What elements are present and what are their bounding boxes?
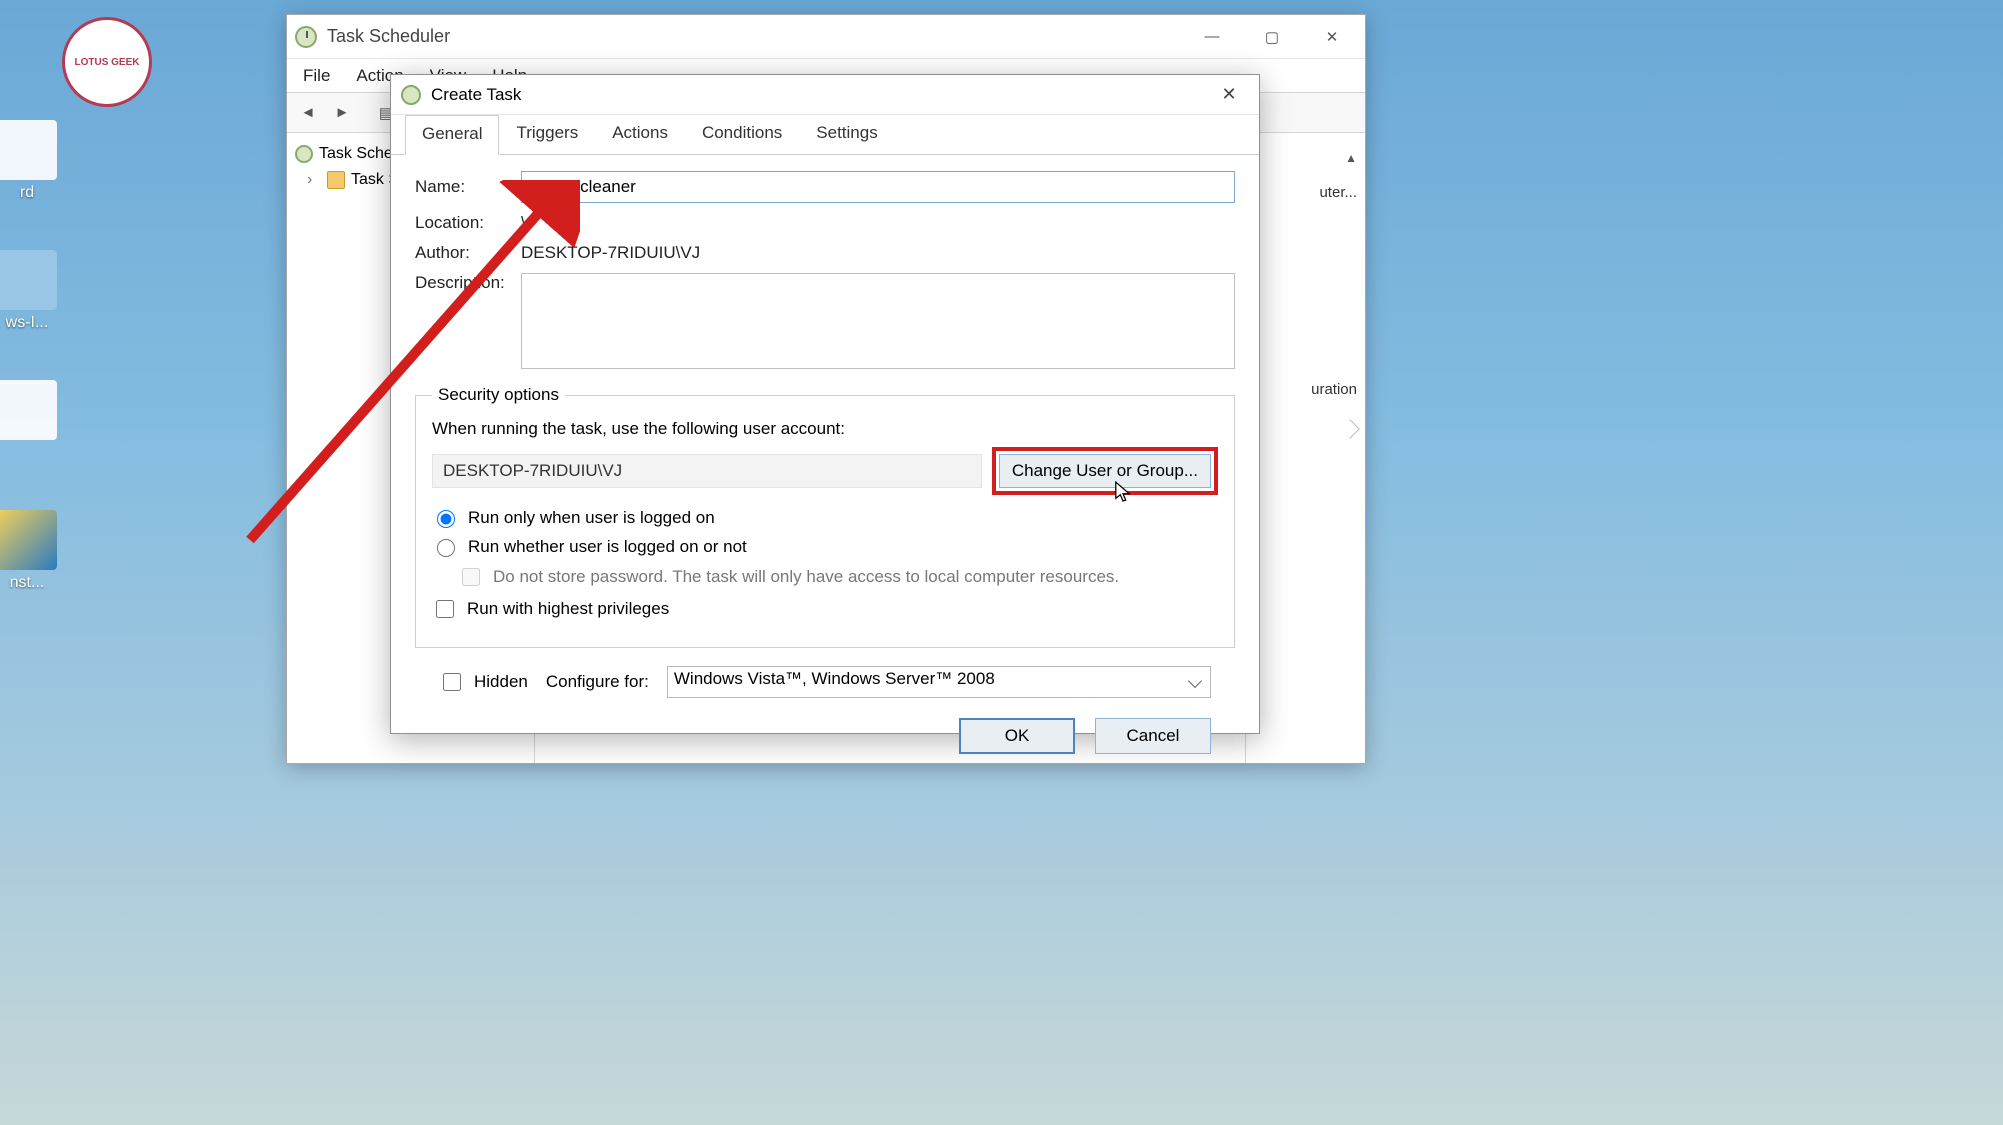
select-value: Windows Vista™, Windows Server™ 2008	[674, 669, 995, 688]
minimize-button[interactable]: —	[1195, 23, 1229, 51]
location-value: \	[521, 213, 526, 233]
desktop-icon-label: rd	[20, 184, 34, 201]
tab-conditions[interactable]: Conditions	[685, 114, 799, 154]
radio-label: Run whether user is logged on or not	[468, 537, 747, 557]
user-account-value: DESKTOP-7RIDUIU\VJ	[432, 454, 982, 488]
panel-text: uration	[1254, 381, 1357, 398]
security-options-group: Security options When running the task, …	[415, 385, 1235, 648]
highest-privileges-checkbox[interactable]	[436, 600, 454, 618]
panel-text: uter...	[1254, 184, 1357, 201]
security-legend: Security options	[432, 385, 565, 405]
expand-icon[interactable]: ›	[307, 171, 321, 189]
configure-for-label: Configure for:	[546, 672, 649, 692]
dialog-titlebar[interactable]: Create Task ✕	[391, 75, 1259, 115]
logo-badge: LOTUS GEEK	[62, 17, 152, 107]
clock-icon	[295, 26, 317, 48]
tab-actions[interactable]: Actions	[595, 114, 685, 154]
forward-button[interactable]: ►	[327, 98, 357, 128]
change-user-button[interactable]: Change User or Group...	[999, 454, 1211, 488]
no-password-checkbox	[462, 568, 480, 586]
name-input[interactable]	[521, 171, 1235, 203]
close-button[interactable]: ✕	[1209, 80, 1249, 110]
menu-file[interactable]: File	[303, 66, 330, 86]
file-icon	[0, 250, 57, 310]
clock-icon	[401, 85, 421, 105]
author-label: Author:	[415, 243, 521, 263]
run-logged-on-radio[interactable]	[437, 510, 455, 528]
checkbox-label: Run with highest privileges	[467, 599, 669, 619]
back-button[interactable]: ◄	[293, 98, 323, 128]
name-label: Name:	[415, 177, 521, 197]
tab-general[interactable]: General	[405, 115, 499, 155]
desktop-icon[interactable]	[0, 380, 72, 444]
shield-icon	[0, 510, 57, 570]
annotation-highlight: Change User or Group...	[992, 447, 1218, 495]
window-titlebar[interactable]: Task Scheduler — ▢ ✕	[287, 15, 1365, 59]
ok-button[interactable]: OK	[959, 718, 1075, 754]
tab-bar: General Triggers Actions Conditions Sett…	[391, 115, 1259, 155]
file-icon	[0, 380, 57, 440]
run-whether-radio[interactable]	[437, 539, 455, 557]
hidden-checkbox[interactable]	[443, 673, 461, 691]
desktop-icon[interactable]: ws-I...	[0, 250, 72, 332]
radio-label: Run only when user is logged on	[468, 508, 715, 528]
checkbox-label: Hidden	[474, 672, 528, 692]
tab-settings[interactable]: Settings	[799, 114, 894, 154]
cancel-button[interactable]: Cancel	[1095, 718, 1211, 754]
desktop-icon-label: nst...	[10, 574, 45, 591]
collapse-icon[interactable]: ▲	[1345, 151, 1357, 165]
cursor-icon	[1114, 480, 1132, 504]
description-input[interactable]	[521, 273, 1235, 369]
author-value: DESKTOP-7RIDUIU\VJ	[521, 243, 700, 263]
maximize-button[interactable]: ▢	[1255, 23, 1289, 51]
chevron-right-icon[interactable]	[1340, 419, 1360, 439]
description-label: Description:	[415, 273, 521, 293]
configure-for-select[interactable]: Windows Vista™, Windows Server™ 2008	[667, 666, 1211, 698]
desktop-icon-label: ws-I...	[6, 314, 49, 331]
desktop-icon[interactable]: rd	[0, 120, 72, 202]
close-button[interactable]: ✕	[1315, 23, 1349, 51]
dialog-title: Create Task	[431, 85, 521, 105]
security-message: When running the task, use the following…	[432, 419, 1218, 439]
location-label: Location:	[415, 213, 521, 233]
window-title: Task Scheduler	[327, 26, 450, 47]
file-icon	[0, 120, 57, 180]
folder-icon	[327, 171, 345, 189]
actions-panel: ▲ uter... uration	[1245, 135, 1365, 763]
create-task-dialog: Create Task ✕ General Triggers Actions C…	[390, 74, 1260, 734]
desktop-icon[interactable]: nst...	[0, 510, 72, 592]
clock-icon	[295, 145, 313, 163]
chevron-down-icon	[1188, 674, 1202, 688]
checkbox-label: Do not store password. The task will onl…	[493, 567, 1119, 587]
tab-triggers[interactable]: Triggers	[499, 114, 595, 154]
